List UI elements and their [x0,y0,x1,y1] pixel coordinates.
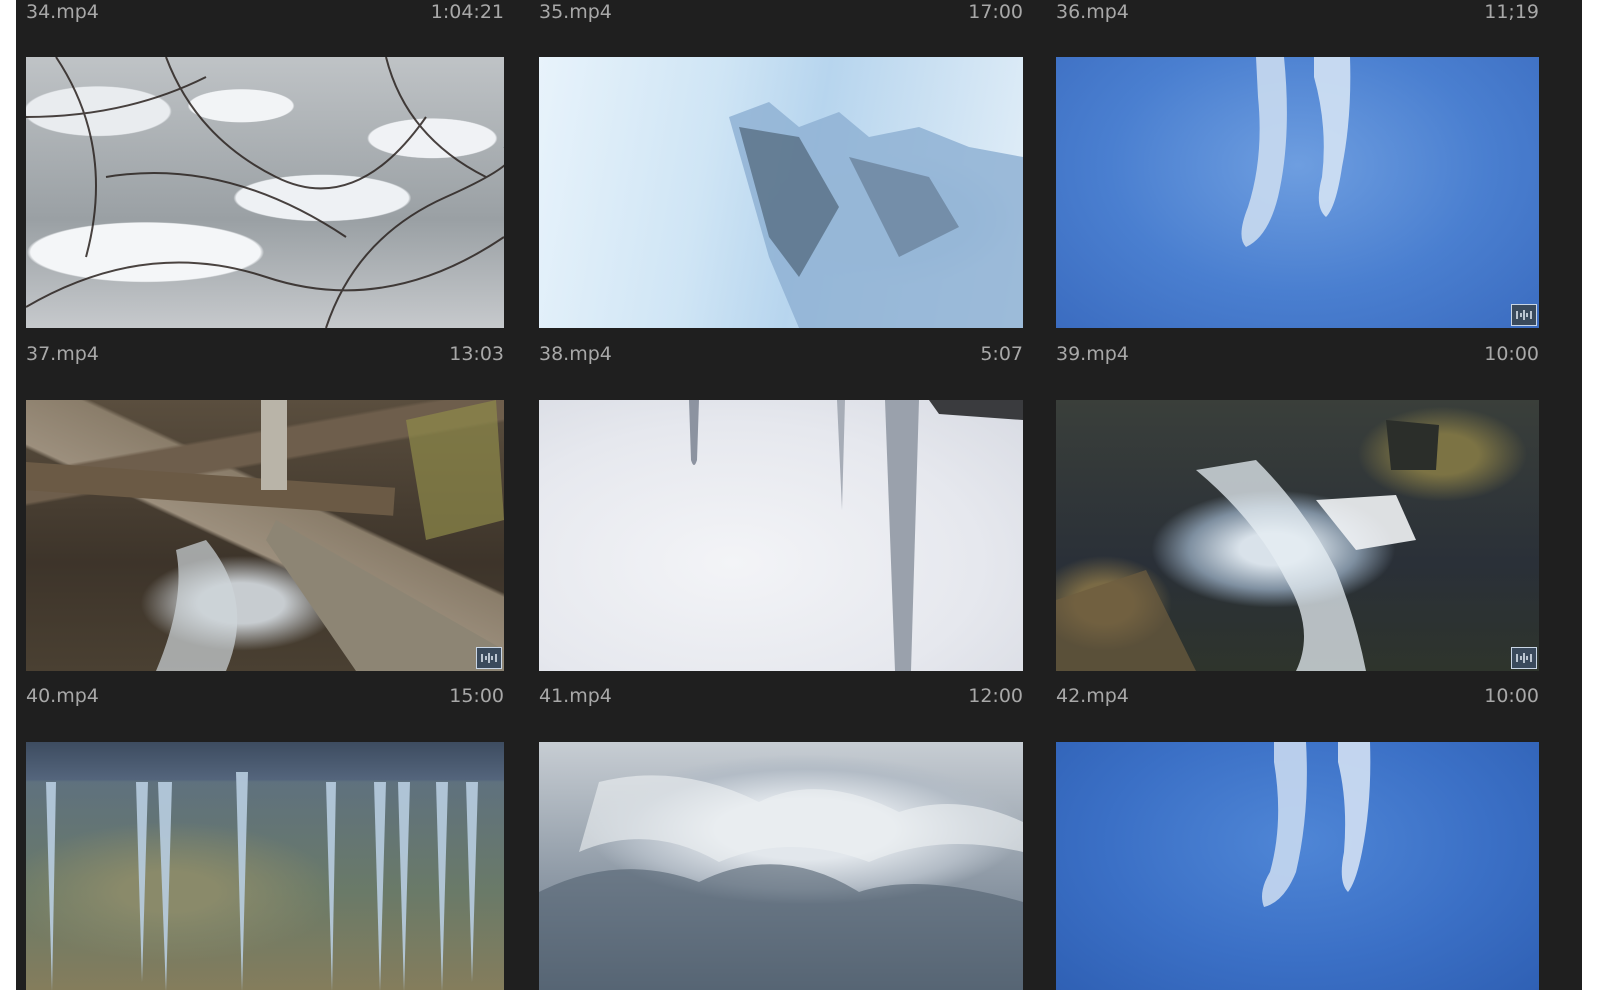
media-browser-grid: 34.mp4 1:04:21 37.mp4 13:03 40.mp4 15:00… [16,0,1582,990]
clip-thumbnail[interactable] [26,742,504,990]
clip-label-row: 34.mp4 1:04:21 [26,0,504,24]
icicle-detail [46,772,478,990]
clip-duration: 10:00 [1484,343,1539,365]
clip-label-row: 42.mp4 10:00 [1056,684,1539,708]
clip-name: 41.mp4 [539,685,612,707]
ice-crystal-detail [539,775,1023,990]
creek-detail [1056,420,1439,671]
clip-thumbnail[interactable] [539,400,1023,671]
icicle-detail [689,400,1023,671]
icicle-detail [1241,57,1351,247]
clip-name: 42.mp4 [1056,685,1129,707]
clip-duration: 10:00 [1484,685,1539,707]
clip-name: 35.mp4 [539,1,612,23]
audio-waveform-icon [1511,647,1537,669]
clip-thumbnail[interactable] [1056,742,1539,990]
clip-name: 36.mp4 [1056,1,1129,23]
clip-name: 37.mp4 [26,343,99,365]
clip-duration: 15:00 [449,685,504,707]
clip-name: 34.mp4 [26,1,99,23]
clip-label-row: 35.mp4 17:00 [539,0,1023,24]
clip-thumbnail[interactable] [1056,400,1539,671]
clip-name: 38.mp4 [539,343,612,365]
clip-name: 39.mp4 [1056,343,1129,365]
clip-duration: 11;19 [1484,1,1539,23]
clip-label-row: 37.mp4 13:03 [26,342,504,366]
icicle-detail [1262,742,1371,907]
audio-waveform-icon [1511,304,1537,326]
clip-thumbnail[interactable] [1056,57,1539,328]
clip-label-row: 41.mp4 12:00 [539,684,1023,708]
clip-duration: 5:07 [980,343,1023,365]
clip-thumbnail[interactable] [539,742,1023,990]
clip-duration: 1:04:21 [430,1,504,23]
clip-label-row: 36.mp4 11;19 [1056,0,1539,24]
clip-name: 40.mp4 [26,685,99,707]
ice-cave-detail [729,102,1023,328]
clip-label-row: 38.mp4 5:07 [539,342,1023,366]
stream-detail [26,400,504,671]
clip-label-row: 39.mp4 10:00 [1056,342,1539,366]
clip-duration: 17:00 [968,1,1023,23]
audio-waveform-icon [476,647,502,669]
clip-thumbnail[interactable] [539,57,1023,328]
clip-thumbnail[interactable] [26,400,504,671]
clip-duration: 13:03 [449,343,504,365]
clip-thumbnail[interactable] [26,57,504,328]
clip-duration: 12:00 [968,685,1023,707]
clip-label-row: 40.mp4 15:00 [26,684,504,708]
branch-lines [26,57,504,328]
